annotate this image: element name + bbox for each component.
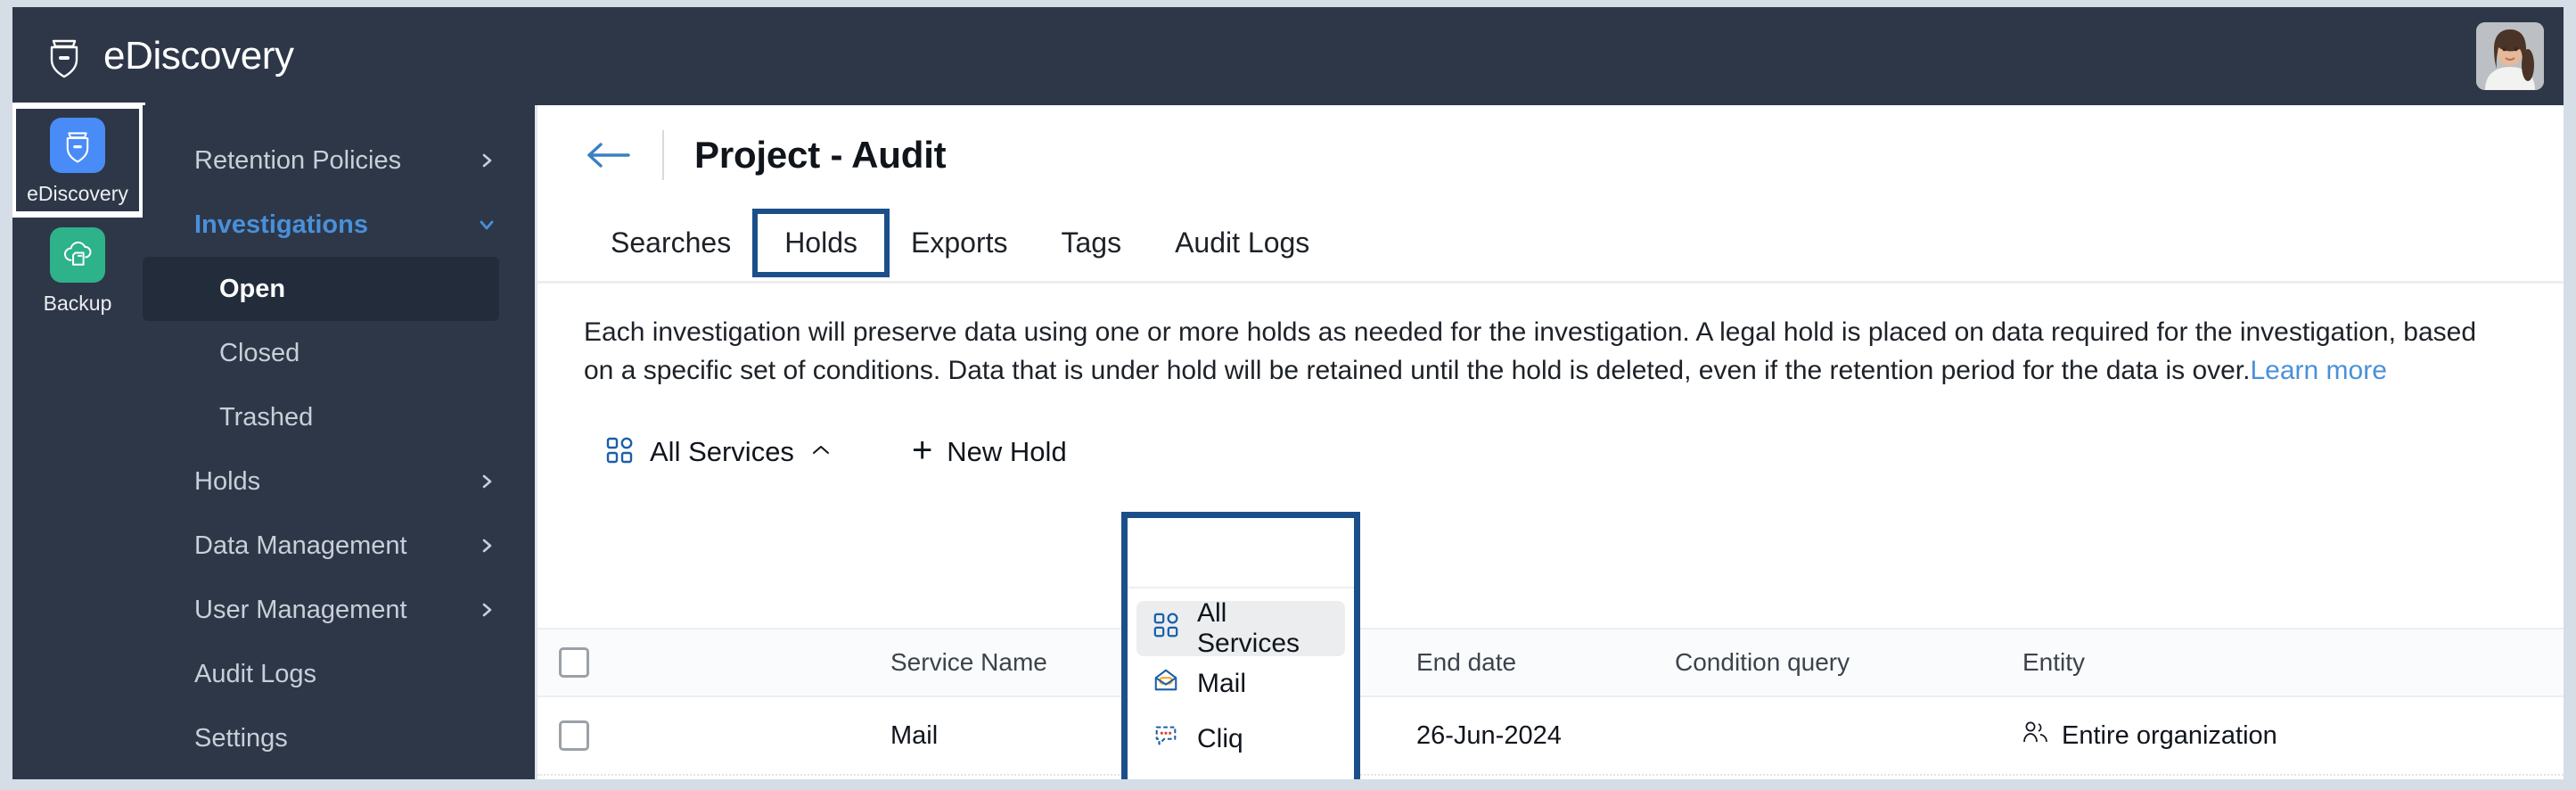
sidebar-item-closed[interactable]: Closed [143,321,499,385]
header-divider [662,130,664,180]
page-header: Project - Audit [537,105,2564,205]
sidebar-item-label: User Management [194,595,407,624]
plus-icon: + [911,431,933,471]
people-icon [2022,720,2049,751]
chevron-right-icon [478,537,496,555]
sidebar-item-label: Audit Logs [194,659,317,688]
dropdown-option-label: Mail [1197,669,1247,698]
shield-bucket-icon [45,34,84,78]
column-header-service-name: Service Name [890,648,1047,676]
sidebar-item-user-management[interactable]: User Management [143,578,535,642]
dropdown-option-workdrive[interactable]: WorkDrive [1136,767,1345,779]
dropdown-option-mail[interactable]: Mail [1136,656,1345,712]
column-header-condition-query: Condition query [1675,648,1850,676]
sidebar-item-label: Retention Policies [194,145,402,175]
dropdown-option-cliq[interactable]: Cliq [1136,712,1345,767]
sidebar-item-label: Data Management [194,531,407,560]
sidebar-item-label: Closed [219,338,300,367]
column-header-end-date: End date [1416,648,1517,676]
tab-tags[interactable]: Tags [1034,214,1148,272]
dropdown-option-all-services[interactable]: All Services [1136,598,1345,658]
sidebar-item-retention-policies[interactable]: Retention Policies [143,128,535,193]
sidebar-item-data-management[interactable]: Data Management [143,514,535,578]
application-window: eDiscovery eDiscovery Backup Retention P… [12,7,2564,779]
learn-more-link[interactable]: Learn more [2250,356,2386,385]
sidebar-item-open[interactable]: Open [143,257,499,321]
dropdown-option-label: Cliq [1197,724,1243,753]
brand[interactable]: eDiscovery [45,34,294,78]
column-header-entity: Entity [2022,648,2086,676]
sidebar-item-investigations[interactable]: Investigations [143,193,535,257]
holds-table: Service Name Start date End date Conditi… [537,628,2564,779]
service-filter-label: All Services [650,436,794,468]
sidebar-item-holds[interactable]: Holds [143,449,535,514]
rail-item-backup[interactable]: Backup [12,215,143,325]
tab-exports[interactable]: Exports [884,214,1034,272]
tab-bar: Searches Holds Exports Tags Audit Logs [537,205,2564,284]
page-title: Project - Audit [694,134,947,176]
sidebar-item-label: Holds [194,466,261,496]
mail-envelope-icon [1153,667,1179,701]
tab-audit-logs[interactable]: Audit Logs [1148,214,1336,272]
main-content: Project - Audit Searches Holds Exports T… [535,105,2564,779]
table-row[interactable]: Mail 01-Apr-2024 26-Jun-2024 Entire orga… [537,697,2564,776]
tab-searches[interactable]: Searches [584,214,758,272]
brand-name: eDiscovery [103,34,294,78]
rail-item-label: Backup [43,292,112,315]
service-filter-dropdown[interactable]: All Services [584,421,853,483]
sidebar-item-label: Open [219,274,286,303]
grid-apps-icon [605,436,634,469]
chat-bubble-icon [1153,722,1179,756]
rail-item-label: eDiscovery [27,182,128,205]
back-arrow-icon[interactable] [584,140,632,170]
avatar[interactable] [2476,22,2544,90]
sidebar-item-settings[interactable]: Settings [143,706,535,770]
rail-item-ediscovery[interactable]: eDiscovery [12,103,145,218]
sidebar-item-label: Trashed [219,402,314,432]
row-end-date: 26-Jun-2024 [1416,720,1562,750]
folder-drive-icon [1153,778,1179,779]
chevron-right-icon [478,152,496,169]
sidebar-nav: Retention Policies Investigations Open C… [143,105,535,779]
cloud-backup-icon [50,227,105,283]
chevron-down-icon [478,216,496,234]
description-text: Each investigation will preserve data us… [537,284,2534,390]
select-all-checkbox[interactable] [537,647,596,678]
sidebar-item-label: Settings [194,723,288,753]
top-bar: eDiscovery [12,7,2564,105]
new-hold-label: New Hold [947,436,1067,468]
tab-holds[interactable]: Holds [752,209,890,277]
chevron-right-icon [478,473,496,490]
new-hold-button[interactable]: + New Hold [912,432,1067,468]
row-service: Mail [890,720,939,750]
sidebar-item-audit-logs[interactable]: Audit Logs [143,642,535,706]
sidebar-item-label: Investigations [194,210,368,239]
grid-apps-icon [1153,612,1179,646]
chevron-up-icon [810,443,832,462]
table-header-row: Service Name Start date End date Conditi… [537,628,2564,697]
sidebar-item-trashed[interactable]: Trashed [143,385,499,449]
ediscovery-app-icon [50,118,105,173]
row-checkbox[interactable] [537,720,596,751]
dropdown-option-label: All Services [1197,598,1300,658]
description-body: Each investigation will preserve data us… [584,317,2477,385]
toolbar: All Services + New Hold [537,411,2564,493]
row-entity: Entire organization [2022,720,2397,751]
row-entity-label: Entire organization [2062,720,2277,750]
table-row[interactable]: Cliq - - Content=workplace - [537,776,2564,779]
chevron-right-icon [478,601,496,619]
app-rail: eDiscovery Backup [12,103,145,779]
service-dropdown-menu: All Services Mail Cliq [1128,587,1354,779]
